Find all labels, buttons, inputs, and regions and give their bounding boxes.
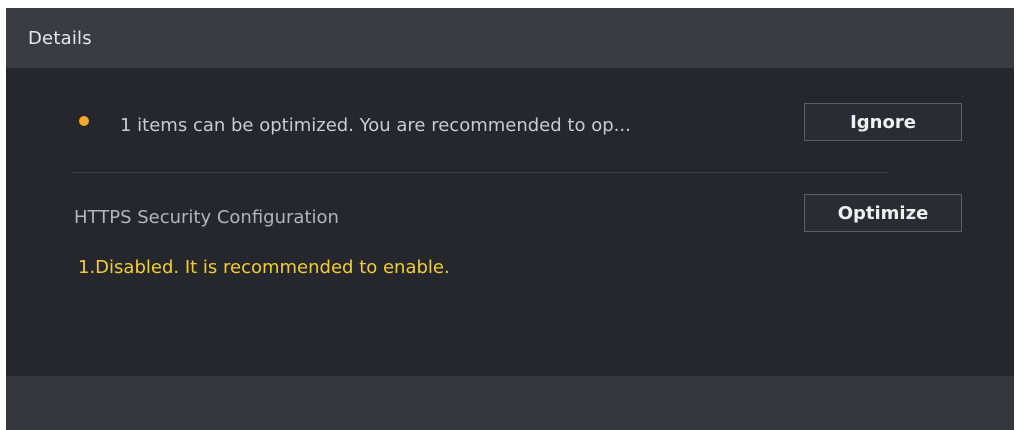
warning-status-icon xyxy=(79,116,89,126)
ignore-button[interactable]: Ignore xyxy=(804,103,962,141)
optimize-button[interactable]: Optimize xyxy=(804,194,962,232)
dialog-title: Details xyxy=(28,28,92,49)
dialog-footer xyxy=(6,376,1014,430)
details-dialog: Details 1 items can be optimized. You ar… xyxy=(6,8,1014,430)
dialog-titlebar: Details xyxy=(6,8,1014,68)
security-item-title: HTTPS Security Configuration xyxy=(74,207,339,228)
security-item-detail: 1.Disabled. It is recommended to enable. xyxy=(78,257,450,278)
divider xyxy=(72,172,888,173)
optimization-summary: 1 items can be optimized. You are recomm… xyxy=(120,115,631,136)
dialog-content: 1 items can be optimized. You are recomm… xyxy=(6,68,1014,376)
